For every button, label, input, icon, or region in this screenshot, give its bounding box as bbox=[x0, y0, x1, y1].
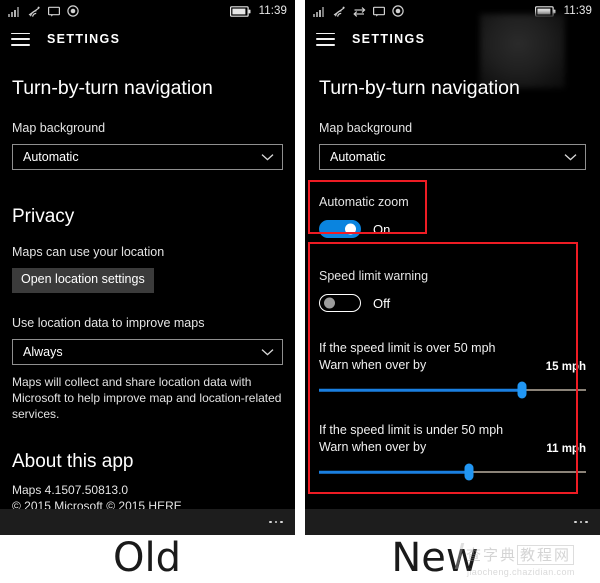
map-background-dropdown-old[interactable]: Automatic bbox=[12, 144, 283, 171]
comparison-screenshot: 11:39 SETTINGS Turn-by-turn navigation M… bbox=[0, 0, 600, 583]
chevron-down-icon bbox=[564, 154, 577, 161]
map-background-value-new: Automatic bbox=[330, 150, 386, 165]
status-icons-right-old: 11:39 bbox=[229, 5, 287, 17]
record-circle-icon bbox=[392, 5, 404, 17]
map-background-label-old: Map background bbox=[12, 121, 106, 136]
map-background-value-old: Automatic bbox=[23, 150, 79, 165]
page-title-new: Turn-by-turn navigation bbox=[319, 77, 520, 99]
automatic-zoom-label: Automatic zoom bbox=[319, 195, 409, 210]
bottom-app-bar-new bbox=[305, 509, 600, 535]
status-icons-left-old bbox=[8, 5, 79, 17]
speed-limit-warning-toggle[interactable] bbox=[319, 294, 361, 312]
automatic-zoom-setting: Automatic zoom On bbox=[319, 194, 586, 239]
speed-limit-warning-label: Speed limit warning bbox=[319, 269, 429, 284]
wifi-icon bbox=[28, 6, 40, 17]
privacy-disclaimer: Maps will collect and share location dat… bbox=[12, 374, 282, 421]
old-content: Turn-by-turn navigation Map background A… bbox=[0, 76, 295, 515]
caption-old: Old bbox=[113, 535, 181, 581]
over-50-condition: If the speed limit is over 50 mph bbox=[319, 341, 496, 355]
over-50-row: If the speed limit is over 50 mph Warn w… bbox=[319, 340, 586, 373]
over-50-slider-block: If the speed limit is over 50 mph Warn w… bbox=[319, 340, 586, 399]
under-50-condition: If the speed limit is under 50 mph bbox=[319, 423, 504, 437]
hamburger-icon[interactable] bbox=[11, 32, 30, 46]
page-title-old: Turn-by-turn navigation bbox=[12, 77, 213, 99]
data-transfer-icon bbox=[353, 6, 366, 17]
message-icon bbox=[48, 6, 60, 17]
over-50-slider-fill bbox=[319, 388, 522, 392]
speed-limit-warning-toggle-row: Off bbox=[319, 294, 586, 312]
speed-limit-warning-setting: Speed limit warning Off bbox=[319, 268, 586, 312]
maps-location-label: Maps can use your location bbox=[12, 245, 165, 260]
record-circle-icon bbox=[67, 5, 79, 17]
app-header-old: SETTINGS bbox=[0, 22, 295, 56]
improve-maps-label: Use location data to improve maps bbox=[12, 315, 205, 330]
signal-bars-icon bbox=[313, 6, 324, 17]
battery-icon bbox=[229, 5, 251, 17]
caption-new: New bbox=[391, 535, 479, 581]
privacy-heading: Privacy bbox=[12, 206, 75, 228]
improve-maps-dropdown[interactable]: Always bbox=[12, 338, 283, 365]
old-phone-panel: 11:39 SETTINGS Turn-by-turn navigation M… bbox=[0, 0, 295, 535]
over-50-slider[interactable] bbox=[319, 381, 586, 399]
caption-row: Old New bbox=[0, 535, 600, 583]
automatic-zoom-state: On bbox=[373, 221, 391, 237]
status-time-new: 11:39 bbox=[563, 5, 592, 17]
improve-maps-value: Always bbox=[23, 344, 63, 359]
under-50-row: If the speed limit is under 50 mph Warn … bbox=[319, 422, 586, 455]
chevron-down-icon bbox=[261, 154, 274, 161]
wifi-icon bbox=[333, 6, 345, 17]
status-icons-left-new bbox=[313, 5, 404, 17]
panel-divider bbox=[295, 0, 305, 535]
under-50-slider[interactable] bbox=[319, 463, 586, 481]
message-icon bbox=[373, 6, 385, 17]
under-50-slider-thumb[interactable] bbox=[464, 463, 474, 481]
about-heading: About this app bbox=[12, 450, 134, 472]
over-50-value: 15 mph bbox=[545, 361, 586, 373]
status-bar-old: 11:39 bbox=[0, 0, 295, 22]
new-content: Turn-by-turn navigation Map background A… bbox=[305, 76, 600, 481]
over-50-slider-thumb[interactable] bbox=[517, 381, 527, 399]
ellipsis-icon[interactable] bbox=[574, 520, 588, 524]
map-background-label-new: Map background bbox=[319, 121, 413, 136]
app-title-old: SETTINGS bbox=[47, 32, 121, 46]
hamburger-icon[interactable] bbox=[316, 32, 335, 46]
under-50-value: 11 mph bbox=[546, 443, 586, 455]
automatic-zoom-toggle[interactable] bbox=[319, 220, 361, 239]
app-title-new: SETTINGS bbox=[352, 32, 426, 46]
under-50-slider-block: If the speed limit is under 50 mph Warn … bbox=[319, 422, 586, 481]
over-50-caption: Warn when over by bbox=[319, 357, 427, 372]
signal-bars-icon bbox=[8, 6, 19, 17]
map-background-dropdown-new[interactable]: Automatic bbox=[319, 144, 586, 171]
app-version: Maps 4.1507.50813.0 bbox=[12, 482, 129, 497]
ellipsis-icon[interactable] bbox=[269, 520, 283, 524]
under-50-caption: Warn when over by bbox=[319, 439, 427, 454]
open-location-settings-button[interactable]: Open location settings bbox=[12, 268, 154, 293]
status-time-old: 11:39 bbox=[258, 5, 287, 17]
bottom-app-bar-old bbox=[0, 509, 295, 535]
new-phone-panel: 11:39 SETTINGS Turn-by-turn navigation M… bbox=[305, 0, 600, 535]
under-50-slider-fill bbox=[319, 470, 469, 474]
automatic-zoom-toggle-row: On bbox=[319, 220, 586, 239]
speed-limit-warning-state: Off bbox=[373, 295, 391, 311]
chevron-down-icon bbox=[261, 348, 274, 356]
